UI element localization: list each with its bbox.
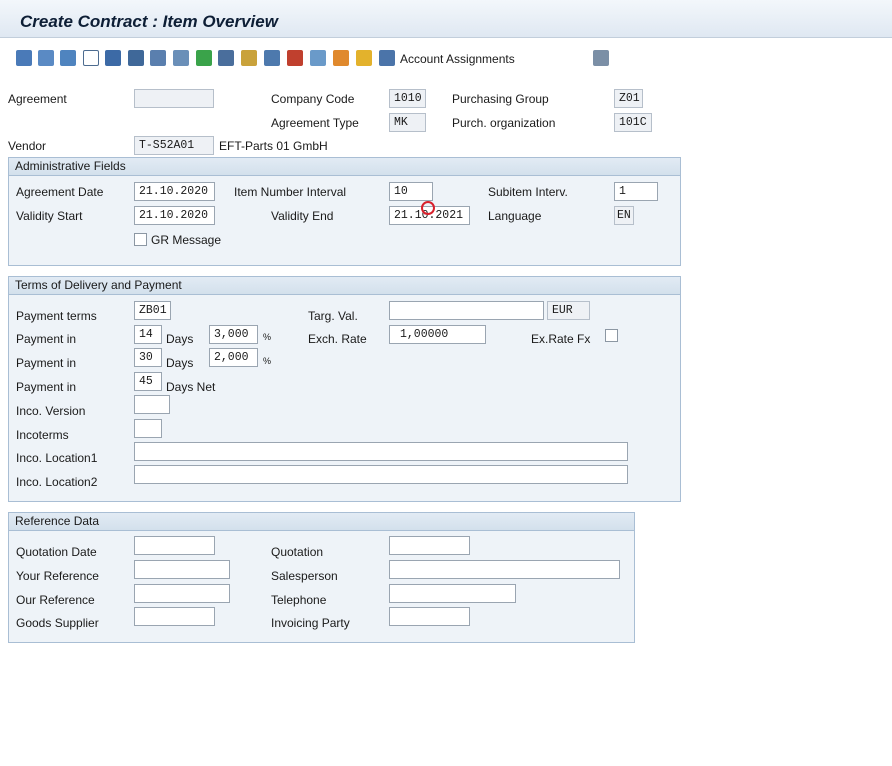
subitem-interval-label: Subitem Interv. bbox=[488, 185, 568, 199]
mouse-cursor-highlight bbox=[421, 201, 435, 215]
item-number-interval-field[interactable]: 10 bbox=[389, 182, 433, 201]
delete-icon[interactable] bbox=[105, 50, 121, 66]
payment-terms-field[interactable]: ZB01 bbox=[134, 301, 171, 320]
next-item-icon[interactable] bbox=[38, 50, 54, 66]
quotation-label: Quotation bbox=[271, 545, 324, 559]
incoterms-label: Incoterms bbox=[16, 428, 69, 442]
validity-end-label: Validity End bbox=[271, 209, 334, 223]
settings-icon[interactable] bbox=[593, 50, 609, 66]
agreement-date-label: Agreement Date bbox=[16, 185, 104, 199]
percent-2-sign: % bbox=[263, 356, 272, 366]
quotation-field[interactable] bbox=[389, 536, 470, 555]
telephone-label: Telephone bbox=[271, 593, 327, 607]
ex-rate-fx-checkbox[interactable] bbox=[605, 329, 618, 342]
inco-version-label: Inco. Version bbox=[16, 404, 86, 418]
new-doc-icon[interactable] bbox=[83, 50, 99, 66]
item-detail-icon[interactable] bbox=[60, 50, 76, 66]
stats-icon[interactable] bbox=[287, 50, 303, 66]
texts-icon[interactable] bbox=[150, 50, 166, 66]
chart-icon[interactable] bbox=[356, 50, 372, 66]
inco-location2-label: Inco. Location2 bbox=[16, 475, 98, 489]
incoterms-field[interactable] bbox=[134, 419, 162, 438]
gr-message-checkbox[interactable] bbox=[134, 233, 147, 246]
application-toolbar: Account Assignments bbox=[0, 40, 892, 78]
subitem-interval-field[interactable]: 1 bbox=[614, 182, 658, 201]
agreement-date-field[interactable]: 21.10.2020 bbox=[134, 182, 215, 201]
payment-in-3-days-field[interactable]: 45 bbox=[134, 372, 162, 391]
telephone-field[interactable] bbox=[389, 584, 516, 603]
exchange-rate-label: Exch. Rate bbox=[308, 332, 367, 346]
goods-supplier-label: Goods Supplier bbox=[16, 616, 99, 630]
payment-in-1-label: Payment in bbox=[16, 332, 77, 346]
terms-delivery-payment-header: Terms of Delivery and Payment bbox=[9, 277, 680, 295]
partners-icon[interactable] bbox=[173, 50, 189, 66]
print-icon[interactable] bbox=[128, 50, 144, 66]
payment-in-1-percent-field[interactable]: 3,000 bbox=[209, 325, 258, 344]
company-code-label: Company Code bbox=[271, 92, 355, 106]
our-reference-field[interactable] bbox=[134, 584, 230, 603]
agreement-type-label: Agreement Type bbox=[271, 116, 359, 130]
target-value-field[interactable] bbox=[389, 301, 544, 320]
quotation-date-field[interactable] bbox=[134, 536, 215, 555]
title-bar: Create Contract : Item Overview bbox=[0, 0, 892, 38]
exchange-rate-field[interactable]: 1,00000 bbox=[389, 325, 486, 344]
our-reference-label: Our Reference bbox=[16, 593, 95, 607]
payment-terms-label: Payment terms bbox=[16, 309, 97, 323]
inco-location1-field[interactable] bbox=[134, 442, 628, 461]
administrative-fields-header: Administrative Fields bbox=[9, 158, 680, 176]
invoicing-party-field[interactable] bbox=[389, 607, 470, 626]
target-value-label: Targ. Val. bbox=[308, 309, 358, 323]
purch-org-field[interactable]: 101C bbox=[614, 113, 652, 132]
goods-supplier-field[interactable] bbox=[134, 607, 215, 626]
find-icon[interactable] bbox=[264, 50, 280, 66]
vendor-field[interactable]: T-S52A01 bbox=[134, 136, 214, 155]
vendor-label: Vendor bbox=[8, 139, 47, 153]
salesperson-label: Salesperson bbox=[271, 569, 338, 583]
reference-data-header: Reference Data bbox=[9, 513, 634, 531]
language-label: Language bbox=[488, 209, 542, 223]
percent-1-sign: % bbox=[263, 332, 272, 342]
salesperson-field[interactable] bbox=[389, 560, 620, 579]
payment-in-3-label: Payment in bbox=[16, 380, 77, 394]
inco-version-field[interactable] bbox=[134, 395, 170, 414]
validity-start-field[interactable]: 21.10.2020 bbox=[134, 206, 215, 225]
purchasing-group-field[interactable]: Z01 bbox=[614, 89, 643, 108]
invoicing-party-label: Invoicing Party bbox=[271, 616, 350, 630]
payment-in-2-days-field[interactable]: 30 bbox=[134, 348, 162, 367]
payment-in-2-label: Payment in bbox=[16, 356, 77, 370]
days-net-label: Days Net bbox=[166, 380, 216, 394]
list-icon[interactable] bbox=[379, 50, 395, 66]
agreement-type-field[interactable]: MK bbox=[389, 113, 426, 132]
item-number-interval-label: Item Number Interval bbox=[234, 185, 347, 199]
agreement-field[interactable] bbox=[134, 89, 214, 108]
company-code-field[interactable]: 1010 bbox=[389, 89, 426, 108]
ex-rate-fx-label: Ex.Rate Fx bbox=[531, 332, 591, 346]
inco-location1-label: Inco. Location1 bbox=[16, 451, 98, 465]
print-preview-icon[interactable] bbox=[218, 50, 234, 66]
inco-location2-field[interactable] bbox=[134, 465, 628, 484]
services-icon[interactable] bbox=[333, 50, 349, 66]
page-title: Create Contract : Item Overview bbox=[20, 12, 278, 31]
language-field[interactable]: EN bbox=[614, 206, 634, 225]
flag-icon[interactable] bbox=[196, 50, 212, 66]
currency-field[interactable]: EUR bbox=[547, 301, 590, 320]
purchasing-group-label: Purchasing Group bbox=[452, 92, 549, 106]
administrative-fields-group: Administrative Fields bbox=[8, 157, 681, 266]
account-assignments-button[interactable]: Account Assignments bbox=[400, 52, 515, 66]
vendor-name: EFT-Parts 01 GmbH bbox=[219, 139, 328, 153]
your-reference-field[interactable] bbox=[134, 560, 230, 579]
days-2-label: Days bbox=[166, 356, 194, 370]
days-1-label: Days bbox=[166, 332, 194, 346]
payment-in-2-percent-field[interactable]: 2,000 bbox=[209, 348, 258, 367]
agreement-label: Agreement bbox=[8, 92, 67, 106]
validity-start-label: Validity Start bbox=[16, 209, 83, 223]
payment-in-1-days-field[interactable]: 14 bbox=[134, 325, 162, 344]
edit-icon[interactable] bbox=[310, 50, 326, 66]
your-reference-label: Your Reference bbox=[16, 569, 99, 583]
quotation-date-label: Quotation Date bbox=[16, 545, 97, 559]
conditions-icon[interactable] bbox=[241, 50, 257, 66]
purch-org-label: Purch. organization bbox=[452, 116, 556, 130]
gr-message-label: GR Message bbox=[151, 233, 222, 247]
prev-item-icon[interactable] bbox=[16, 50, 32, 66]
